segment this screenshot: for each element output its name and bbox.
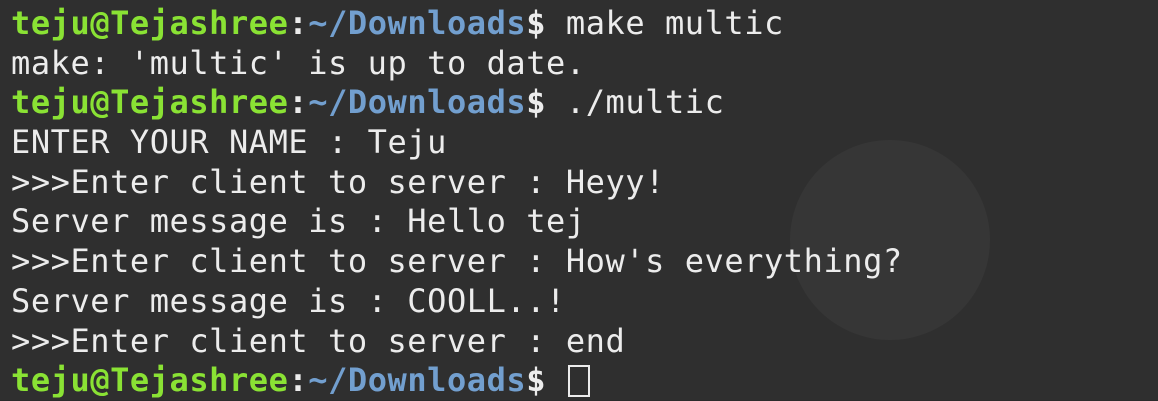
background-watermark [790, 140, 990, 340]
prompt-separator: : [288, 4, 309, 42]
output-line: make: 'multic' is up to date. [11, 43, 586, 82]
text-cursor[interactable] [567, 365, 590, 398]
prompt-symbol: $ [526, 361, 547, 400]
output-line: >>>Enter client to server : Heyy! [11, 162, 665, 201]
prompt-symbol: $ [526, 4, 547, 42]
terminal-window[interactable]: teju@Tejashree:~/Downloads$ make multic … [0, 0, 1158, 400]
output-line: >>>Enter client to server : end [11, 321, 626, 360]
prompt-line[interactable]: teju@Tejashree:~/Downloads$ [11, 361, 1158, 401]
prompt-user-host: teju@Tejashree [11, 4, 289, 42]
prompt-user-host: teju@Tejashree [11, 361, 289, 400]
prompt-path: ~/Downloads [308, 83, 527, 122]
prompt-path: ~/Downloads [308, 361, 527, 400]
prompt-user-host: teju@Tejashree [11, 83, 289, 122]
prompt-symbol: $ [526, 83, 547, 122]
command-text: make multic [546, 4, 784, 42]
prompt-separator: : [288, 361, 309, 400]
prompt-separator: : [288, 83, 309, 122]
command-text: ./multic [546, 83, 725, 122]
prompt-path: ~/Downloads [308, 4, 527, 42]
output-line: ENTER YOUR NAME : Teju [11, 123, 447, 162]
prompt-line: teju@Tejashree:~/Downloads$ make multic [11, 4, 1158, 44]
output-line: Server message is : COOLL..! [11, 281, 566, 320]
prompt-line: teju@Tejashree:~/Downloads$ ./multic [11, 83, 1158, 123]
